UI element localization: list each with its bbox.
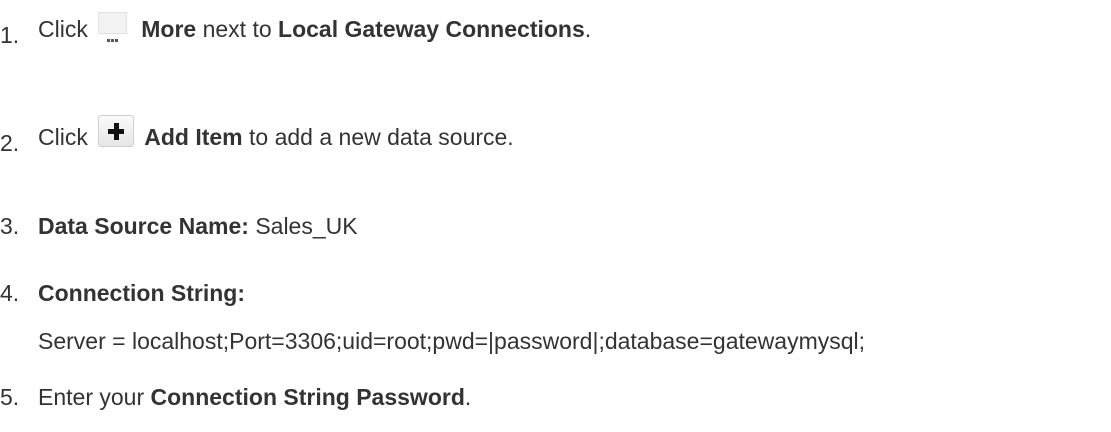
step-number: 1. [0,22,20,48]
step-number: 2. [0,130,20,157]
connection-string-password-label: Connection String Password [150,384,465,410]
step-text: to add a new data source. [249,124,514,151]
step-text: Click [38,16,88,42]
data-source-name-label: Data Source Name: [38,213,249,239]
step-text: Click [38,124,88,151]
step-2: 2. Click Add Item to add a new data sourc… [0,115,514,157]
step-text: . [464,384,472,410]
data-source-name-value: Sales_UK [255,213,358,239]
step-5: 5. Enter your Connection String Password. [0,384,471,412]
step-text: Enter your [38,384,145,410]
step-number: 5. [0,384,20,410]
step-text: next to [202,16,272,42]
more-ellipsis-icon [98,11,128,42]
connection-string-value: Server = localhost;Port=3306;uid=root;pw… [38,328,866,354]
add-plus-icon [98,115,135,147]
step-3: 3. Data Source Name: Sales_UK [0,213,358,241]
local-gateway-connections-label: Local Gateway Connections [278,16,585,42]
step-1: 1. Click More next to Local Gateway Conne… [0,11,592,48]
connection-string-label: Connection String: [38,280,245,306]
more-label: More [141,16,197,42]
add-item-label: Add Item [144,124,243,151]
step-number: 3. [0,213,20,239]
step-text: . [584,16,592,42]
step-number: 4. [0,280,20,306]
step-4: 4. Connection String: [0,280,245,308]
